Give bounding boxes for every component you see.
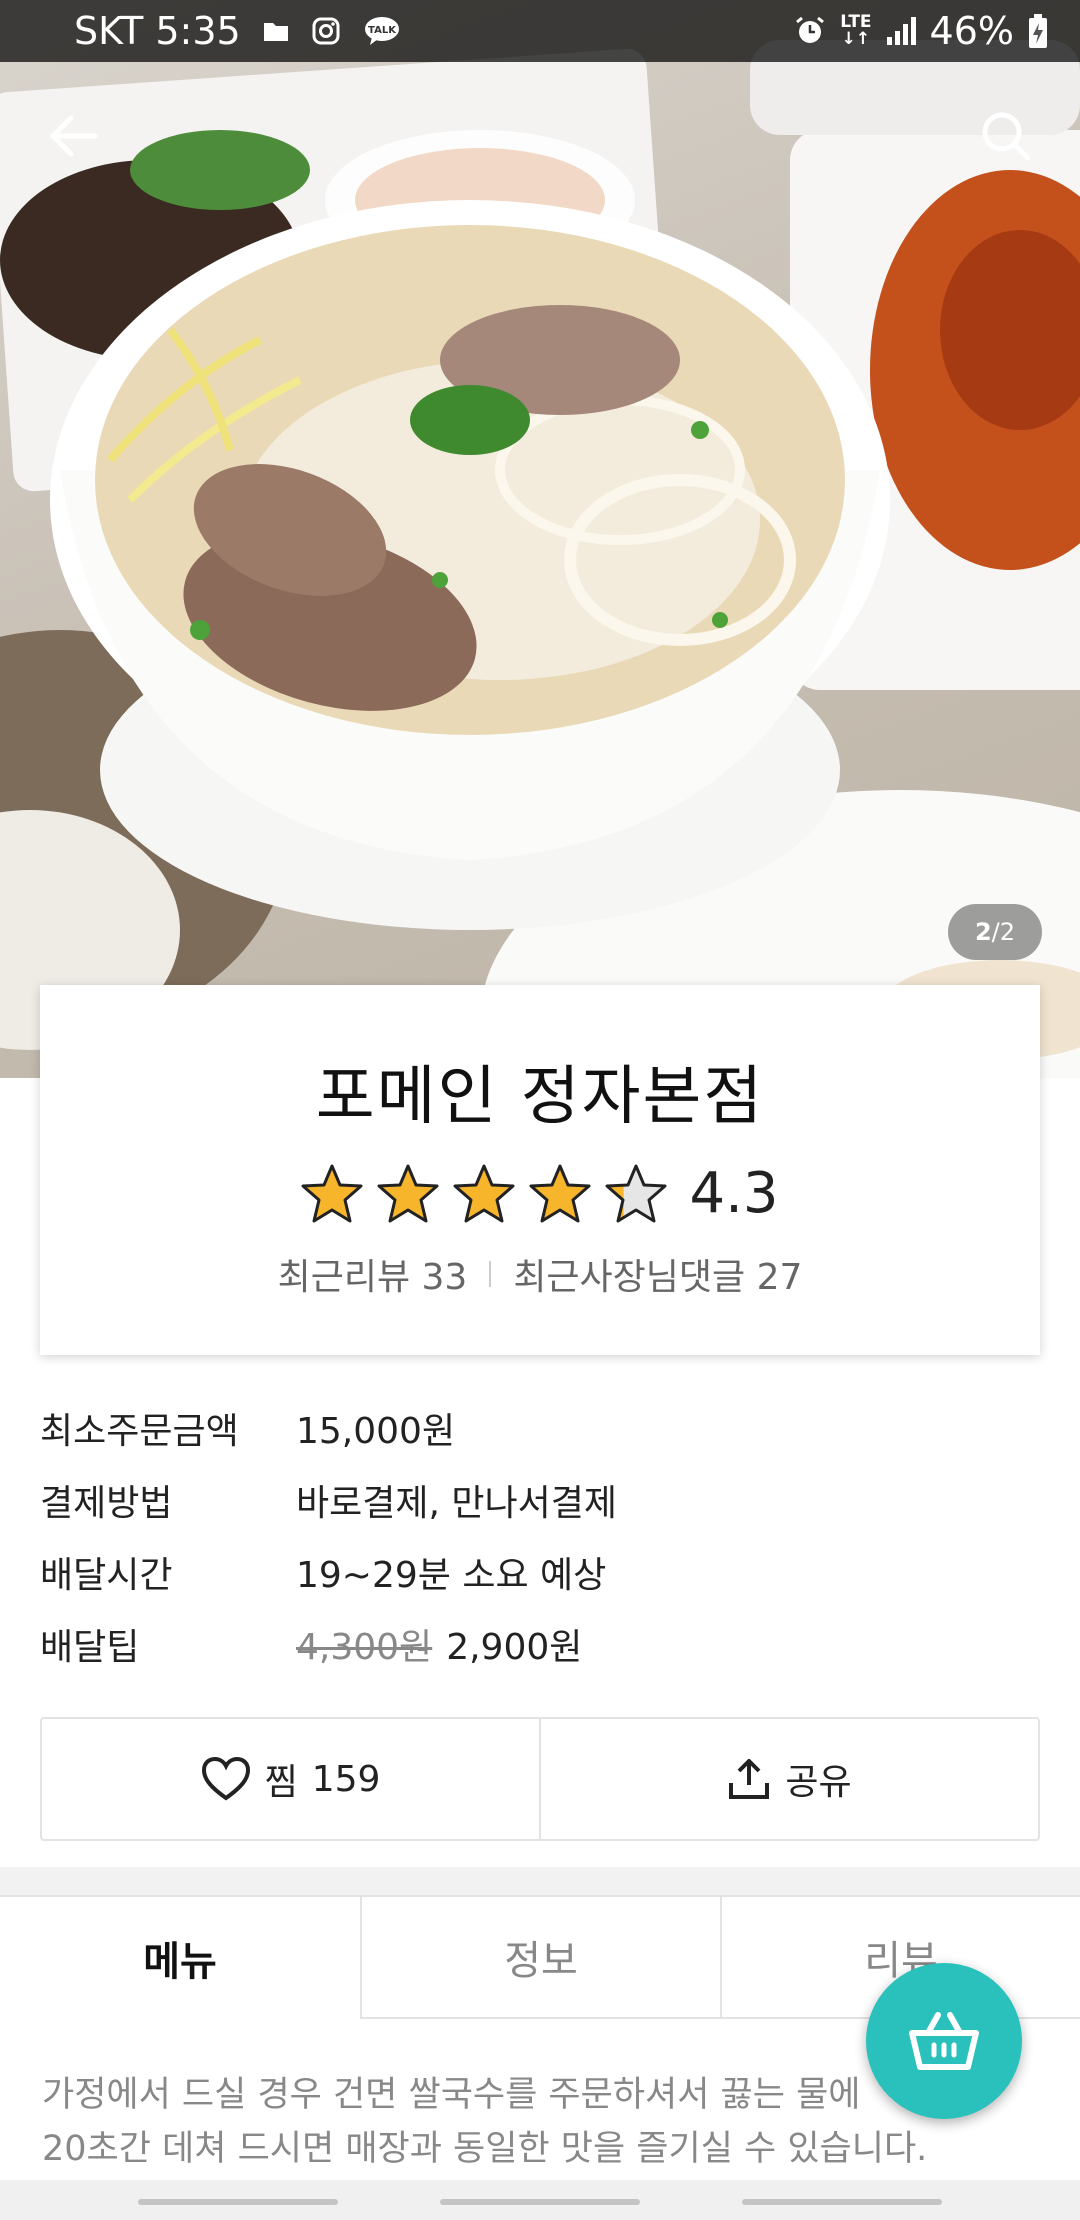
share-button[interactable]: 공유: [539, 1719, 1038, 1839]
like-label: 찜: [264, 1762, 298, 1803]
star-full-icon: [377, 1164, 439, 1222]
like-button[interactable]: 찜 159: [42, 1719, 539, 1839]
section-divider: [0, 1867, 1080, 1895]
instagram-icon: [311, 16, 341, 46]
original-tip: 4,300원: [296, 1627, 433, 1668]
tab-info[interactable]: 정보: [360, 1897, 720, 2019]
detail-row-payment: 결제방법 바로결제, 만나서결제: [40, 1464, 1040, 1536]
carrier-time: SKT 5:35: [74, 9, 241, 53]
nav-home-handle[interactable]: [440, 2199, 640, 2205]
cart-button[interactable]: [866, 1963, 1022, 2119]
star-full-icon: [301, 1164, 363, 1222]
detail-value: 19~29분 소요 예상: [296, 1555, 607, 1596]
alarm-icon: [794, 15, 826, 47]
detail-label: 배달시간: [40, 1555, 173, 1596]
nav-recents-handle[interactable]: [138, 2199, 338, 2205]
star-rating: [301, 1163, 667, 1225]
nav-back-handle[interactable]: [742, 2199, 942, 2205]
battery-percent: 46%: [929, 9, 1014, 53]
detail-row-delivery-time: 배달시간 19~29분 소요 예상: [40, 1536, 1040, 1608]
heart-icon: [201, 1756, 250, 1801]
star-full-icon: [453, 1164, 515, 1222]
discounted-tip: 2,900원: [446, 1627, 583, 1668]
like-count: 159: [311, 1758, 381, 1800]
hero-photo[interactable]: [0, 0, 1080, 1078]
star-full-icon: [529, 1164, 591, 1222]
divider: [489, 1261, 492, 1287]
signal-icon: [886, 17, 916, 45]
pager-total: /2: [991, 918, 1016, 946]
rating-row: 4.3: [40, 1161, 1040, 1226]
owner-replies-count[interactable]: 최근사장님댓글 27: [513, 1248, 802, 1300]
status-left: SKT 5:35 TALK: [74, 9, 401, 53]
action-bar: 찜 159 공유: [40, 1717, 1040, 1841]
recent-reviews-count[interactable]: 최근리뷰 33: [278, 1248, 468, 1300]
search-button[interactable]: [976, 106, 1036, 166]
battery-charging-icon: [1028, 14, 1048, 48]
tab-menu[interactable]: 메뉴: [0, 1897, 360, 2019]
pho-dish-illustration: [0, 40, 1080, 1078]
rating-value: 4.3: [689, 1161, 779, 1226]
back-arrow-icon: [50, 115, 98, 157]
pager-current: 2: [974, 918, 992, 946]
lte-indicator: LTE ↓↑: [840, 12, 872, 49]
folder-icon: [263, 20, 289, 42]
detail-value: 15,000원: [296, 1411, 456, 1452]
system-nav-bar: [0, 2180, 1080, 2220]
back-button[interactable]: [44, 106, 104, 166]
status-bar: SKT 5:35 TALK LTE ↓↑ 46%: [0, 0, 1080, 62]
cart-basket-icon: [909, 2012, 979, 2070]
review-counts: 최근리뷰 33 최근사장님댓글 27: [40, 1248, 1040, 1300]
restaurant-info-card: 포메인 정자본점 4.3 최근리뷰 33 최근사장님댓글 27: [40, 985, 1040, 1355]
detail-row-delivery-tip: 배달팁 4,300원 2,900원: [40, 1608, 1040, 1680]
search-icon: [982, 112, 1031, 161]
detail-value: 바로결제, 만나서결제: [296, 1483, 617, 1524]
description-line: 20초간 데쳐 드시면 매장과 동일한 맛을 즐기실 수 있습니다.: [42, 2129, 928, 2169]
kakaotalk-icon: TALK: [363, 15, 401, 47]
talk-label: TALK: [368, 25, 397, 36]
share-icon: [729, 1759, 770, 1799]
delivery-details: 최소주문금액 15,000원 결제방법 바로결제, 만나서결제 배달시간 19~…: [40, 1392, 1040, 1680]
detail-label: 최소주문금액: [40, 1411, 239, 1452]
detail-label: 결제방법: [40, 1483, 173, 1524]
status-right: LTE ↓↑ 46%: [794, 9, 1048, 53]
detail-row-min-order: 최소주문금액 15,000원: [40, 1392, 1040, 1464]
image-pager-indicator: 2/2: [948, 904, 1042, 960]
restaurant-name: 포메인 정자본점: [315, 1060, 765, 1134]
star-partial-icon: [605, 1164, 667, 1222]
detail-label: 배달팁: [40, 1627, 140, 1668]
share-label: 공유: [785, 1762, 852, 1803]
